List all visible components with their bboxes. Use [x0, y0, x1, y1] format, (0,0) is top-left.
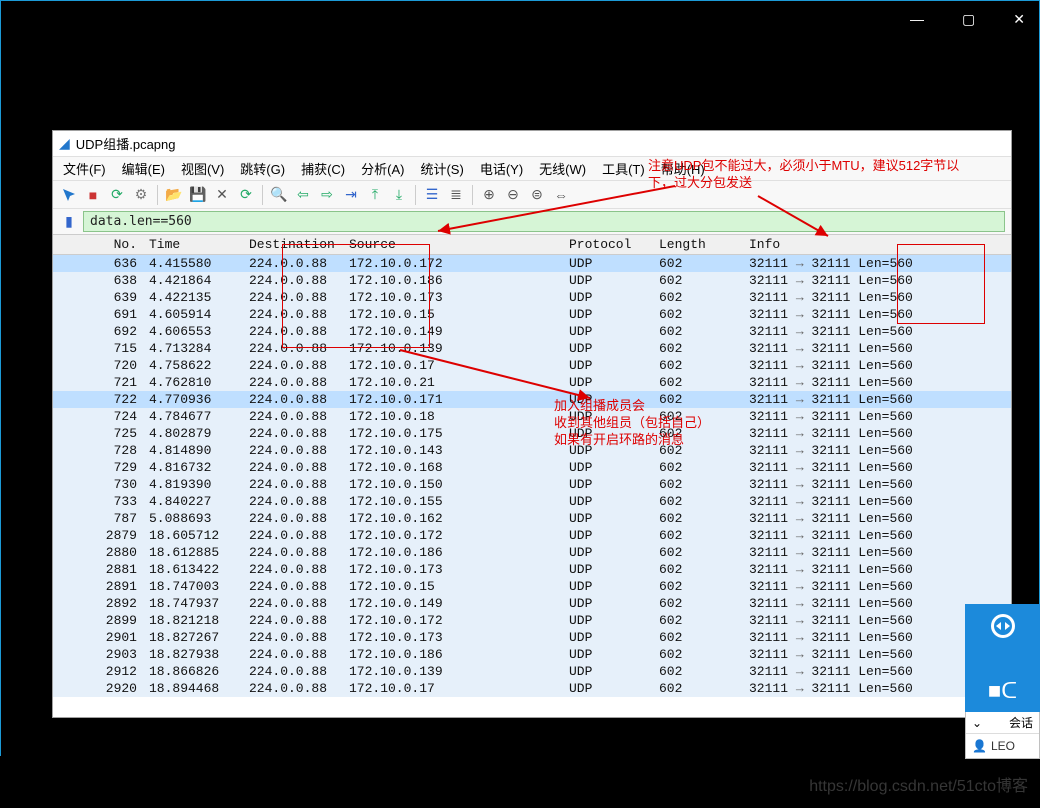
chat-title: 会话: [1009, 714, 1033, 731]
menu-tools[interactable]: 工具(T): [596, 157, 651, 180]
outer-titlebar: — ▢ ✕: [1, 1, 1039, 37]
chat-user-row[interactable]: 👤 LEO: [966, 734, 1039, 758]
minimize-button[interactable]: —: [900, 7, 934, 31]
close-file-icon[interactable]: ✕: [212, 185, 232, 205]
side-panel-blue[interactable]: ■ᑕ: [965, 604, 1040, 712]
save-icon[interactable]: 💾: [188, 185, 208, 205]
menu-help[interactable]: 帮助(H): [655, 157, 711, 180]
go-to-packet-icon[interactable]: ⇥: [341, 185, 361, 205]
table-row[interactable]: 7875.088693224.0.0.88172.10.0.162UDP6023…: [53, 510, 1011, 527]
table-row[interactable]: 7294.816732224.0.0.88172.10.0.168UDP6023…: [53, 459, 1011, 476]
table-row[interactable]: 6364.415580224.0.0.88172.10.0.172UDP6023…: [53, 255, 1011, 272]
chat-chevron-icon[interactable]: ⌄: [972, 716, 982, 730]
maximize-button[interactable]: ▢: [952, 7, 985, 32]
close-button[interactable]: ✕: [1003, 7, 1035, 32]
start-capture-icon[interactable]: [59, 185, 79, 205]
auto-scroll-icon[interactable]: ☰: [422, 185, 442, 205]
display-filter-input[interactable]: [83, 211, 1005, 232]
window-title: UDP组播.pcapng: [76, 134, 176, 153]
col-len[interactable]: Length: [653, 237, 743, 252]
separator: [472, 185, 473, 205]
table-row[interactable]: 7214.762810224.0.0.88172.10.0.21UDP60232…: [53, 374, 1011, 391]
filter-bar: ▮: [53, 209, 1011, 235]
zoom-out-icon[interactable]: ⊖: [503, 185, 523, 205]
table-row[interactable]: 7154.713284224.0.0.88172.10.0.139UDP6023…: [53, 340, 1011, 357]
menu-view[interactable]: 视图(V): [175, 157, 230, 180]
options-icon[interactable]: ⚙: [131, 185, 151, 205]
table-row[interactable]: 290118.827267224.0.0.88172.10.0.173UDP60…: [53, 629, 1011, 646]
reload-icon[interactable]: ⟳: [236, 185, 256, 205]
colorize-icon[interactable]: ≣: [446, 185, 466, 205]
app-icon: ◢: [59, 135, 70, 152]
toolbar: ■ ⟳ ⚙ 📂 💾 ✕ ⟳ 🔍 ⇦ ⇨ ⇥ ⤒ ⤓ ☰ ≣ ⊕ ⊖ ⊜ ⇔: [53, 181, 1011, 209]
zoom-in-icon[interactable]: ⊕: [479, 185, 499, 205]
table-row[interactable]: 290318.827938224.0.0.88172.10.0.186UDP60…: [53, 646, 1011, 663]
open-icon[interactable]: 📂: [164, 185, 184, 205]
table-row[interactable]: 7334.840227224.0.0.88172.10.0.155UDP6023…: [53, 493, 1011, 510]
table-row[interactable]: 289118.747003224.0.0.88172.10.0.15UDP602…: [53, 578, 1011, 595]
table-row[interactable]: 6914.605914224.0.0.88172.10.0.15UDP60232…: [53, 306, 1011, 323]
separator: [157, 185, 158, 205]
menu-edit[interactable]: 编辑(E): [116, 157, 171, 180]
table-row[interactable]: 6394.422135224.0.0.88172.10.0.173UDP6023…: [53, 289, 1011, 306]
chat-username: LEO: [991, 739, 1015, 753]
table-row[interactable]: 289218.747937224.0.0.88172.10.0.149UDP60…: [53, 595, 1011, 612]
restart-capture-icon[interactable]: ⟳: [107, 185, 127, 205]
col-time[interactable]: Time: [143, 237, 243, 252]
table-row[interactable]: 7284.814890224.0.0.88172.10.0.143UDP6023…: [53, 442, 1011, 459]
table-row[interactable]: 287918.605712224.0.0.88172.10.0.172UDP60…: [53, 527, 1011, 544]
teamviewer-icon[interactable]: [989, 612, 1017, 646]
menu-stats[interactable]: 统计(S): [414, 157, 469, 180]
table-row[interactable]: 7244.784677224.0.0.88172.10.0.18UDP60232…: [53, 408, 1011, 425]
table-row[interactable]: 289918.821218224.0.0.88172.10.0.172UDP60…: [53, 612, 1011, 629]
last-packet-icon[interactable]: ⤓: [389, 185, 409, 205]
zoom-reset-icon[interactable]: ⊜: [527, 185, 547, 205]
packet-list-header[interactable]: No. Time Destination Source Protocol Len…: [53, 235, 1011, 255]
side-panel: ■ᑕ ⌄ 会话 👤 LEO: [965, 604, 1040, 759]
menu-file[interactable]: 文件(F): [57, 157, 112, 180]
table-row[interactable]: 6384.421864224.0.0.88172.10.0.186UDP6023…: [53, 272, 1011, 289]
wireshark-window: ◢ UDP组播.pcapng 文件(F) 编辑(E) 视图(V) 跳转(G) 捕…: [52, 130, 1012, 718]
table-row[interactable]: 292018.894468224.0.0.88172.10.0.17UDP602…: [53, 680, 1011, 697]
packet-rows[interactable]: 6364.415580224.0.0.88172.10.0.172UDP6023…: [53, 255, 1011, 717]
menu-capture[interactable]: 捕获(C): [295, 157, 351, 180]
separator: [415, 185, 416, 205]
col-src[interactable]: Source: [343, 237, 563, 252]
table-row[interactable]: 7204.758622224.0.0.88172.10.0.17UDP60232…: [53, 357, 1011, 374]
packet-list: No. Time Destination Source Protocol Len…: [53, 235, 1011, 717]
chat-panel: ⌄ 会话 👤 LEO: [965, 712, 1040, 759]
watermark: https://blog.csdn.net/51cto博客: [809, 772, 1028, 796]
wireshark-titlebar: ◢ UDP组播.pcapng: [53, 131, 1011, 157]
stop-capture-icon[interactable]: ■: [83, 185, 103, 205]
filter-bookmark-icon[interactable]: ▮: [59, 212, 79, 232]
table-row[interactable]: 288018.612885224.0.0.88172.10.0.186UDP60…: [53, 544, 1011, 561]
menu-telephony[interactable]: 电话(Y): [474, 157, 529, 180]
table-row[interactable]: 7224.770936224.0.0.88172.10.0.171UDP6023…: [53, 391, 1011, 408]
table-row[interactable]: 7254.802879224.0.0.88172.10.0.175UDP6023…: [53, 425, 1011, 442]
table-row[interactable]: 288118.613422224.0.0.88172.10.0.173UDP60…: [53, 561, 1011, 578]
menu-go[interactable]: 跳转(G): [234, 157, 291, 180]
col-no[interactable]: No.: [53, 237, 143, 252]
video-icon[interactable]: ■ᑕ: [988, 678, 1017, 704]
col-info[interactable]: Info: [743, 237, 1011, 252]
find-icon[interactable]: 🔍: [269, 185, 289, 205]
col-dest[interactable]: Destination: [243, 237, 343, 252]
col-proto[interactable]: Protocol: [563, 237, 653, 252]
menu-bar: 文件(F) 编辑(E) 视图(V) 跳转(G) 捕获(C) 分析(A) 统计(S…: [53, 157, 1011, 181]
table-row[interactable]: 7304.819390224.0.0.88172.10.0.150UDP6023…: [53, 476, 1011, 493]
menu-wireless[interactable]: 无线(W): [533, 157, 592, 180]
first-packet-icon[interactable]: ⤒: [365, 185, 385, 205]
separator: [262, 185, 263, 205]
go-back-icon[interactable]: ⇦: [293, 185, 313, 205]
table-row[interactable]: 291218.866826224.0.0.88172.10.0.139UDP60…: [53, 663, 1011, 680]
menu-analyze[interactable]: 分析(A): [355, 157, 410, 180]
chat-header[interactable]: ⌄ 会话: [966, 712, 1039, 734]
go-forward-icon[interactable]: ⇨: [317, 185, 337, 205]
resize-columns-icon[interactable]: ⇔: [551, 185, 571, 205]
table-row[interactable]: 6924.606553224.0.0.88172.10.0.149UDP6023…: [53, 323, 1011, 340]
user-avatar-icon: 👤: [972, 739, 987, 753]
